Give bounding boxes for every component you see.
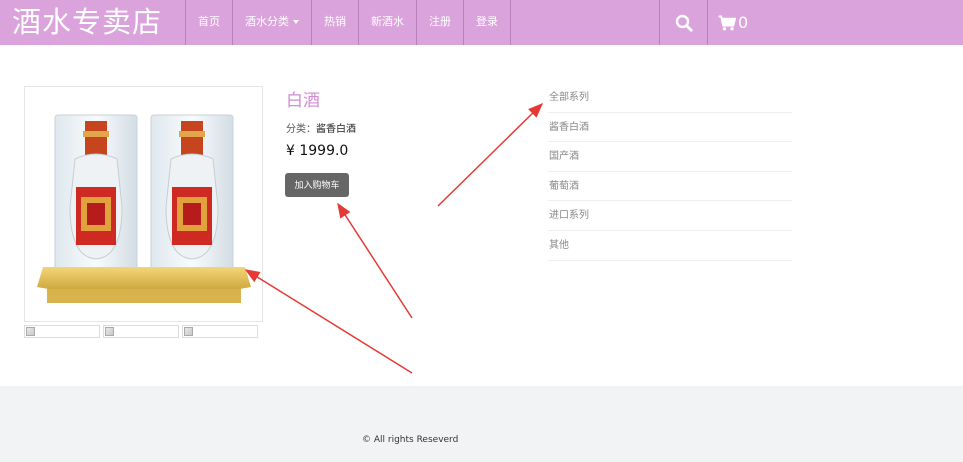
nav-item-register[interactable]: 注册	[416, 0, 463, 45]
product-image[interactable]	[24, 86, 263, 322]
arrow-to-product-image	[244, 269, 413, 374]
category-item-domestic[interactable]: 国产酒	[548, 142, 792, 172]
category-item-all[interactable]: 全部系列	[548, 83, 792, 113]
cart-icon	[718, 15, 736, 30]
category-item-wine[interactable]: 葡萄酒	[548, 172, 792, 202]
nav-item-hot[interactable]: 热销	[311, 0, 358, 45]
thumbnail-3[interactable]	[182, 325, 258, 338]
arrow-to-add-cart	[337, 202, 413, 319]
nav-item-login[interactable]: 登录	[463, 0, 511, 45]
broken-image-icon	[105, 327, 114, 336]
main-nav: 首页 酒水分类 热销 新酒水 注册 登录	[185, 0, 511, 45]
chevron-down-icon	[293, 20, 299, 24]
cart-button[interactable]: 0	[707, 0, 748, 45]
product-title: 白酒	[286, 91, 320, 111]
category-item-sauce-baijiu[interactable]: 酱香白酒	[548, 113, 792, 143]
thumbnail-2[interactable]	[103, 325, 179, 338]
thumbnail-strip	[24, 325, 258, 338]
search-button[interactable]	[659, 0, 707, 45]
nav-item-new[interactable]: 新酒水	[358, 0, 416, 45]
category-item-imported[interactable]: 进口系列	[548, 201, 792, 231]
category-item-other[interactable]: 其他	[548, 231, 792, 261]
category-value: 酱香白酒	[316, 124, 356, 135]
nav-item-home[interactable]: 首页	[185, 0, 232, 45]
nav-label: 新酒水	[371, 15, 404, 28]
nav-item-categories-dropdown[interactable]: 酒水分类	[232, 0, 311, 45]
nav-label: 首页	[198, 15, 220, 28]
nav-label: 注册	[429, 15, 451, 28]
cart-count: 0	[738, 13, 749, 32]
nav-label: 热销	[324, 15, 346, 28]
category-sidebar: 全部系列 酱香白酒 国产酒 葡萄酒 进口系列 其他	[548, 83, 792, 261]
arrow-to-category-list	[437, 102, 544, 207]
site-brand[interactable]: 酒水专卖店	[12, 2, 162, 42]
add-to-cart-button[interactable]: 加入购物车	[285, 173, 349, 197]
nav-right-tools: 0	[659, 0, 748, 45]
page-footer: © All rights Reseverd	[0, 386, 963, 462]
product-photo	[37, 114, 251, 303]
category-label: 分类：	[286, 124, 316, 135]
copyright-text: © All rights Reseverd	[362, 435, 459, 445]
product-category: 分类：酱香白酒	[286, 120, 356, 135]
broken-image-icon	[26, 327, 35, 336]
nav-label: 登录	[476, 15, 498, 28]
product-price: ¥ 1999.0	[286, 143, 349, 159]
thumbnail-1[interactable]	[24, 325, 100, 338]
nav-label: 酒水分类	[245, 15, 289, 28]
top-navbar: 酒水专卖店 首页 酒水分类 热销 新酒水 注册 登录 0	[0, 0, 963, 45]
search-icon	[675, 14, 693, 32]
broken-image-icon	[184, 327, 193, 336]
